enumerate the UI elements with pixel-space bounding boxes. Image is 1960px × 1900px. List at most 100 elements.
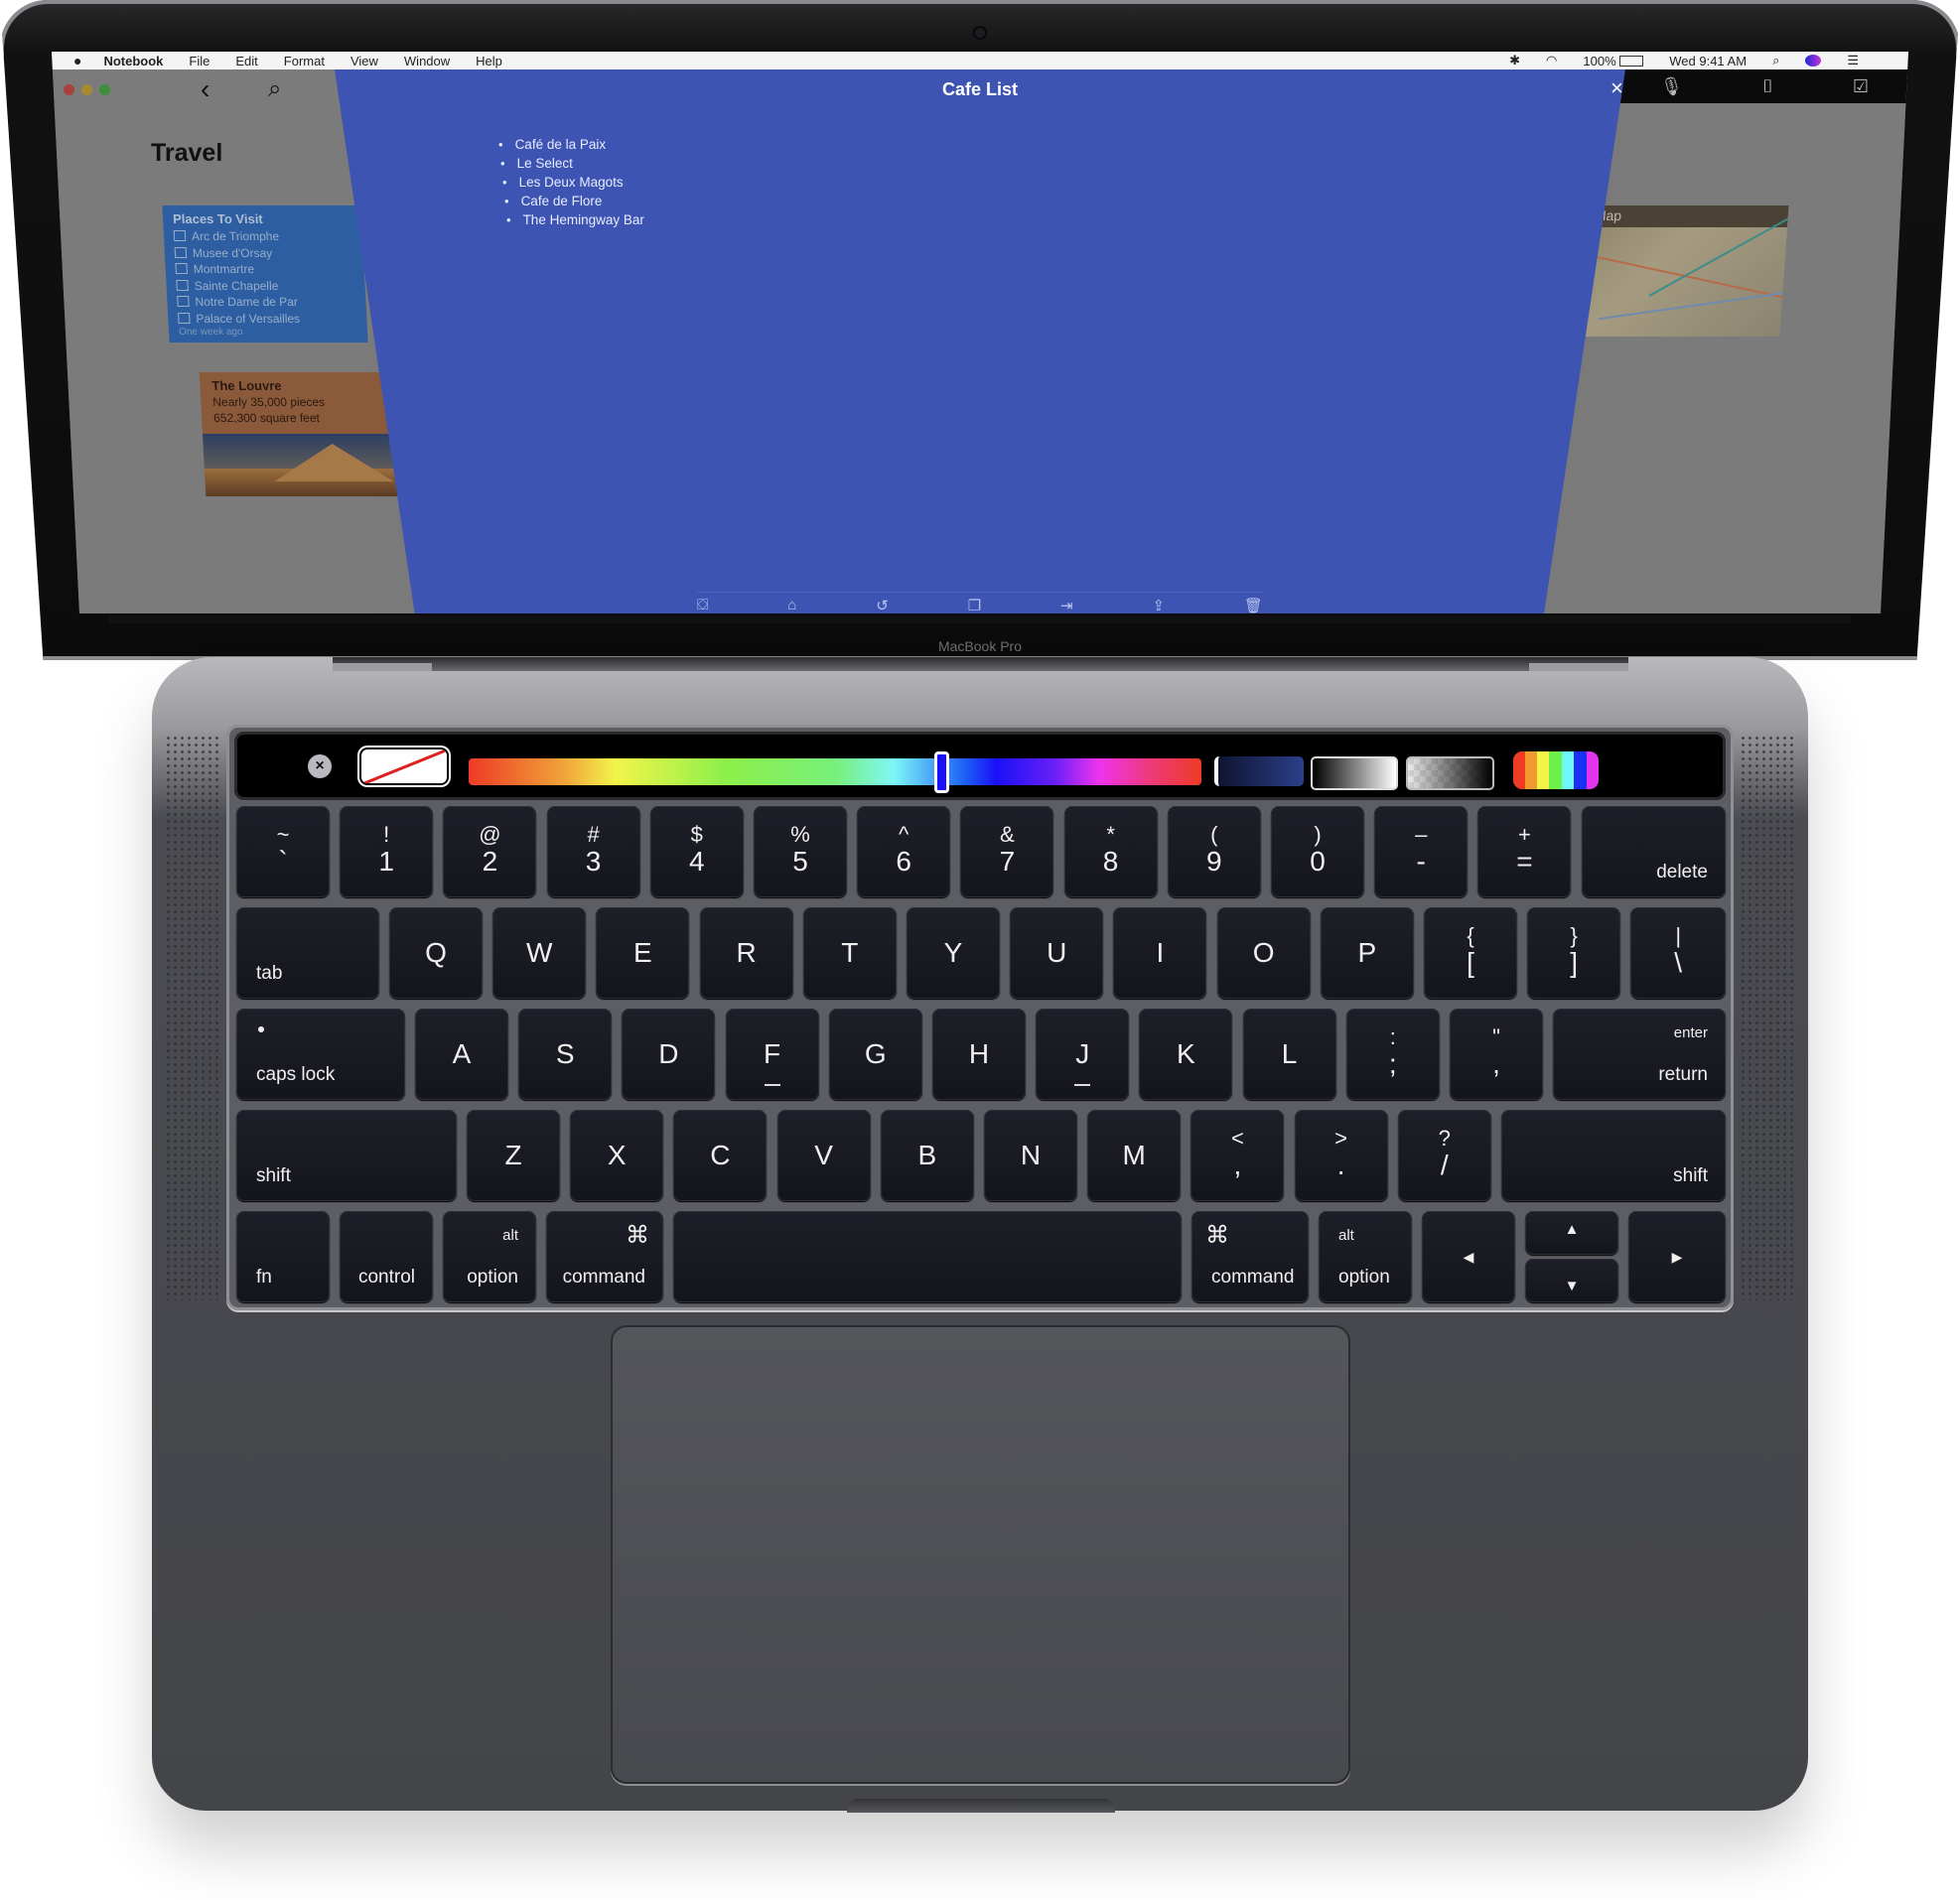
zoom-window-button[interactable] <box>99 84 110 95</box>
touchbar-no-color-swatch[interactable] <box>361 749 447 783</box>
arrow-down-key[interactable]: ▼ <box>1525 1259 1618 1302</box>
checkbox-icon[interactable] <box>177 296 190 307</box>
key-5[interactable]: % 5 <box>754 806 847 897</box>
key-6[interactable]: ^ 6 <box>857 806 951 897</box>
lock-icon[interactable]: ⌂ <box>787 597 796 613</box>
arrow-left-key[interactable]: ◀ <box>1422 1211 1515 1302</box>
key-A[interactable]: A <box>415 1009 508 1100</box>
key-E[interactable]: E <box>596 907 690 999</box>
touchbar-palette-button[interactable] <box>1513 751 1599 789</box>
louvre-card[interactable]: The Louvre Nearly 35,000 pieces 652,300 … <box>199 372 405 496</box>
checklist-item[interactable]: Montmartre <box>175 261 354 278</box>
key-4[interactable]: $4 <box>649 806 744 897</box>
menu-app-name[interactable]: Notebook <box>103 54 163 68</box>
key-punct[interactable]: :; <box>1345 1009 1440 1100</box>
microphone-icon[interactable]: 🎙︎ <box>1660 76 1683 97</box>
history-icon[interactable]: ↺ <box>876 597 889 613</box>
key-0[interactable]: ) 0 <box>1271 806 1364 897</box>
key-8[interactable]: * 8 <box>1063 806 1158 897</box>
menu-help[interactable]: Help <box>476 54 502 68</box>
key-B[interactable]: B <box>880 1110 974 1201</box>
key-Z[interactable]: Z <box>467 1110 560 1201</box>
share-icon[interactable]: ⇪ <box>1152 597 1165 613</box>
back-icon[interactable]: ‹ <box>201 73 210 105</box>
notification-center-icon[interactable]: ☰ <box>1847 53 1859 68</box>
touchbar-opacity-slider[interactable] <box>1406 756 1494 790</box>
key-L[interactable]: L <box>1242 1009 1336 1100</box>
close-icon[interactable]: × <box>1610 77 1623 99</box>
left-shift-key[interactable]: shift <box>236 1110 457 1201</box>
list-item[interactable]: Cafe de Flore <box>504 192 644 210</box>
left-command-key[interactable]: ⌘ command <box>546 1211 663 1302</box>
key--[interactable]: – - <box>1374 806 1469 897</box>
return-key[interactable]: enter return <box>1553 1009 1726 1100</box>
list-item[interactable]: Café de la Paix <box>498 135 644 154</box>
places-card[interactable]: Places To Visit Arc de Triomphe Musee d'… <box>162 205 368 342</box>
checkbox-icon[interactable] <box>175 263 188 274</box>
list-item[interactable]: Le Select <box>500 154 644 173</box>
arrow-up-key[interactable]: ▲ <box>1525 1211 1618 1255</box>
paint-bucket-icon[interactable]: ⛋ <box>697 597 708 613</box>
right-command-key[interactable]: ⌘ command <box>1191 1211 1309 1302</box>
control-key[interactable]: control <box>340 1211 433 1302</box>
checkbox-icon[interactable] <box>178 312 191 324</box>
checkbox-icon[interactable] <box>173 230 187 241</box>
key-=[interactable]: + = <box>1477 806 1572 897</box>
checkbox-icon[interactable] <box>174 246 188 258</box>
caps-lock-key[interactable]: caps lock <box>236 1009 405 1100</box>
key-Y[interactable]: Y <box>907 907 1000 999</box>
move-icon[interactable]: ⇥ <box>1060 597 1073 613</box>
key-9[interactable]: (9 <box>1167 806 1261 897</box>
key-M[interactable]: M <box>1087 1110 1182 1201</box>
minimize-window-button[interactable] <box>81 84 92 95</box>
menu-edit[interactable]: Edit <box>235 54 257 68</box>
menu-view[interactable]: View <box>350 54 378 68</box>
key-G[interactable]: G <box>828 1009 922 1100</box>
trash-icon[interactable]: 🗑 <box>1244 597 1263 613</box>
key-K[interactable]: K <box>1139 1009 1233 1100</box>
siri-icon[interactable] <box>1805 55 1822 67</box>
note-bullet-list[interactable]: Café de la Paix Le Select Les Deux Magot… <box>498 135 644 229</box>
key-][interactable]: }] <box>1527 907 1621 999</box>
key-[[interactable]: {[ <box>1424 907 1517 999</box>
key-J[interactable]: J <box>1036 1009 1130 1100</box>
fn-key[interactable]: fn <box>236 1211 330 1302</box>
key-R[interactable]: R <box>699 907 793 999</box>
key-W[interactable]: W <box>492 907 587 999</box>
key-2[interactable]: @2 <box>443 806 537 897</box>
menu-format[interactable]: Format <box>284 54 325 68</box>
key-X[interactable]: X <box>570 1110 664 1201</box>
left-option-key[interactable]: alt option <box>443 1211 536 1302</box>
space-bar[interactable] <box>673 1211 1182 1302</box>
key-D[interactable]: D <box>622 1009 716 1100</box>
key-punct[interactable]: ? / <box>1397 1110 1491 1201</box>
key-H[interactable]: H <box>932 1009 1026 1100</box>
checkbox-icon[interactable] <box>176 279 189 291</box>
checklist-item[interactable]: Arc de Triomphe <box>173 228 353 245</box>
right-shift-key[interactable]: shift <box>1501 1110 1726 1201</box>
key-Q[interactable]: Q <box>389 907 483 999</box>
key-7[interactable]: & 7 <box>960 806 1054 897</box>
key-C[interactable]: C <box>673 1110 768 1201</box>
menu-file[interactable]: File <box>189 54 210 68</box>
key-P[interactable]: P <box>1320 907 1414 999</box>
arrow-right-key[interactable]: ▶ <box>1628 1211 1726 1302</box>
key-3[interactable]: #3 <box>546 806 640 897</box>
key-I[interactable]: I <box>1113 907 1207 999</box>
key-N[interactable]: N <box>984 1110 1077 1201</box>
key-\[interactable]: | \ <box>1630 907 1726 999</box>
touchbar-grayscale-slider[interactable] <box>1311 756 1398 790</box>
key-punct[interactable]: ", <box>1450 1009 1543 1100</box>
touchbar-hue-slider-handle[interactable] <box>934 751 949 793</box>
list-item[interactable]: The Hemingway Bar <box>506 210 644 229</box>
spotlight-icon[interactable]: ⌕ <box>1772 53 1779 68</box>
duplicate-icon[interactable]: ❐ <box>968 597 981 613</box>
trackpad[interactable] <box>611 1325 1350 1784</box>
checklist-item[interactable]: Palace of Versailles <box>178 311 357 328</box>
key-1[interactable]: ! 1 <box>340 806 434 897</box>
close-window-button[interactable] <box>64 84 74 95</box>
checklist-item[interactable]: Notre Dame de Par <box>177 294 356 311</box>
tab-key[interactable]: tab <box>236 907 379 999</box>
checklist-item[interactable]: Sainte Chapelle <box>176 278 355 295</box>
map-card[interactable]: Map <box>1576 205 1789 337</box>
